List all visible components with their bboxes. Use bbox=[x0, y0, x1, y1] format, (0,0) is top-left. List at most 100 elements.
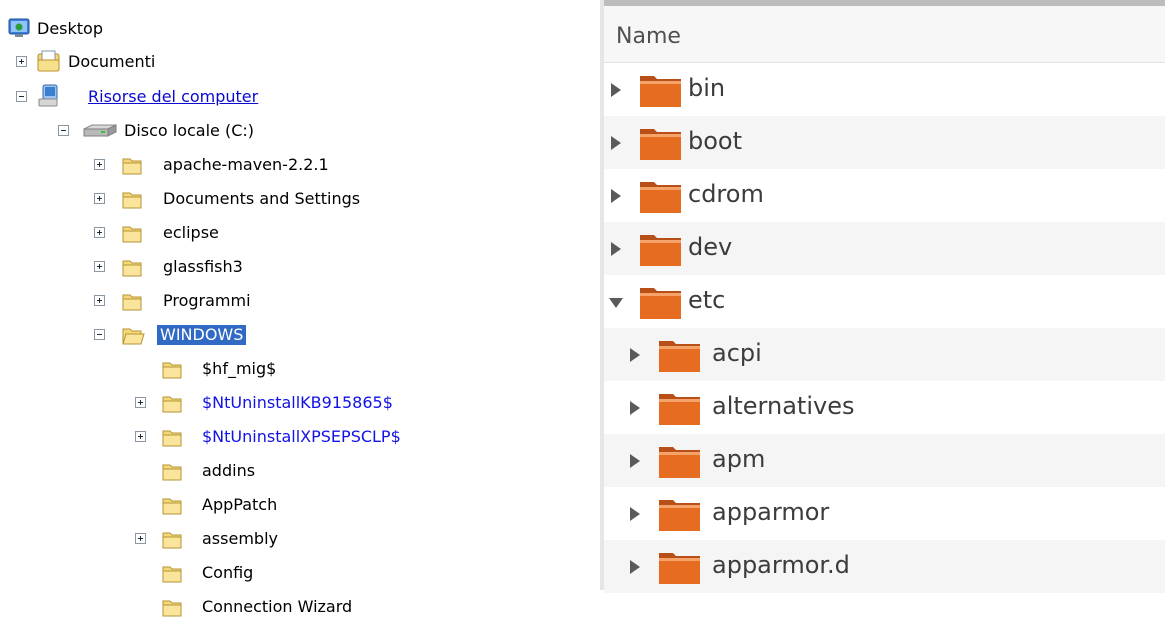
tree-item-disco-locale[interactable]: Disco locale (C:) bbox=[0, 114, 320, 148]
folder-icon bbox=[640, 129, 681, 160]
folder-icon bbox=[659, 553, 700, 584]
tree-label-disco-locale: Disco locale (C:) bbox=[124, 121, 255, 140]
expander-right-icon[interactable] bbox=[630, 401, 640, 415]
expander-right-icon[interactable] bbox=[630, 507, 640, 521]
folder-icon bbox=[659, 394, 700, 425]
tree-item-windows-selected[interactable]: WINDOWS bbox=[0, 318, 320, 352]
expand-icon[interactable] bbox=[135, 533, 146, 544]
expander-down-icon[interactable] bbox=[609, 298, 623, 308]
expander-right-icon[interactable] bbox=[611, 136, 621, 150]
folder-name: bin bbox=[688, 74, 726, 102]
collapse-icon[interactable] bbox=[16, 91, 27, 102]
list-row[interactable]: acpi bbox=[604, 328, 1165, 381]
tree-item-folder[interactable]: Programmi bbox=[0, 284, 320, 318]
folder-icon bbox=[162, 396, 182, 413]
tree-item-folder[interactable]: Documents and Settings bbox=[0, 182, 360, 216]
folder-name: dev bbox=[688, 233, 733, 261]
file-list-panel: Name bin boot cdrom dev etc acpi alterna… bbox=[600, 0, 1165, 593]
desktop-icon bbox=[8, 18, 30, 37]
tree-label-folder: Config bbox=[202, 563, 254, 582]
tree-label-windows: WINDOWS bbox=[157, 325, 247, 345]
expand-icon[interactable] bbox=[94, 295, 105, 306]
tree-item-risorse-del-computer[interactable]: Risorse del computer bbox=[0, 80, 320, 114]
list-row[interactable]: apm bbox=[604, 434, 1165, 487]
list-row[interactable]: cdrom bbox=[604, 169, 1165, 222]
tree-label-folder: Documents and Settings bbox=[163, 189, 361, 208]
tree-label-folder: assembly bbox=[202, 529, 278, 548]
tree-label-folder: glassfish3 bbox=[163, 257, 243, 276]
folder-icon bbox=[640, 235, 681, 266]
collapse-icon[interactable] bbox=[94, 329, 105, 340]
expander-right-icon[interactable] bbox=[630, 348, 640, 362]
list-row-expanded[interactable]: etc bbox=[604, 275, 1165, 328]
tree-label-folder: $hf_mig$ bbox=[202, 359, 277, 378]
folder-icon bbox=[162, 464, 182, 481]
expander-right-icon[interactable] bbox=[611, 83, 621, 97]
column-header-label: Name bbox=[616, 24, 681, 49]
folder-icon bbox=[122, 294, 142, 311]
expander-right-icon[interactable] bbox=[611, 242, 621, 256]
folder-icon bbox=[162, 430, 182, 447]
folder-icon bbox=[122, 260, 142, 277]
folder-tree-panel: Desktop Documenti Risorse del computer D… bbox=[0, 0, 600, 625]
list-row[interactable]: boot bbox=[604, 116, 1165, 169]
list-row[interactable]: apparmor.d bbox=[604, 540, 1165, 593]
expand-icon[interactable] bbox=[94, 193, 105, 204]
list-row[interactable]: dev bbox=[604, 222, 1165, 275]
folder-icon bbox=[659, 500, 700, 531]
collapse-icon[interactable] bbox=[58, 125, 69, 136]
documents-folder-icon bbox=[37, 50, 60, 72]
expand-icon[interactable] bbox=[16, 56, 27, 67]
tree-label-risorse-del-computer[interactable]: Risorse del computer bbox=[85, 87, 261, 107]
tree-item-folder[interactable]: assembly bbox=[0, 522, 320, 556]
expander-right-icon[interactable] bbox=[611, 189, 621, 203]
tree-label-documenti: Documenti bbox=[68, 52, 156, 71]
tree-label-folder: addins bbox=[202, 461, 256, 480]
folder-name: apparmor.d bbox=[712, 551, 850, 579]
list-row[interactable]: alternatives bbox=[604, 381, 1165, 434]
tree-item-folder[interactable]: $NtUninstallXPSEPSCLP$ bbox=[0, 420, 460, 454]
folder-icon bbox=[162, 600, 182, 617]
tree-item-folder[interactable]: $NtUninstallKB915865$ bbox=[0, 386, 460, 420]
tree-item-folder[interactable]: eclipse bbox=[0, 216, 320, 250]
tree-label-desktop: Desktop bbox=[37, 19, 103, 38]
expand-icon[interactable] bbox=[94, 227, 105, 238]
folder-icon bbox=[162, 532, 182, 549]
expand-icon[interactable] bbox=[94, 159, 105, 170]
folder-icon bbox=[122, 158, 142, 175]
tree-item-folder[interactable]: glassfish3 bbox=[0, 250, 320, 284]
folder-name: apm bbox=[712, 445, 766, 473]
tree-item-folder[interactable]: $hf_mig$ bbox=[0, 352, 320, 386]
expander-right-icon[interactable] bbox=[630, 560, 640, 574]
folder-icon bbox=[122, 226, 142, 243]
folder-icon bbox=[122, 192, 142, 209]
folder-name: etc bbox=[688, 286, 726, 314]
my-computer-icon bbox=[38, 84, 58, 107]
tree-label-folder: Connection Wizard bbox=[202, 597, 353, 616]
folder-icon bbox=[162, 566, 182, 583]
folder-icon bbox=[162, 498, 182, 515]
expand-icon[interactable] bbox=[94, 261, 105, 272]
tree-item-folder[interactable]: Connection Wizard bbox=[0, 590, 380, 624]
tree-item-folder[interactable]: Config bbox=[0, 556, 320, 590]
tree-item-desktop[interactable]: Desktop bbox=[0, 13, 300, 47]
tree-item-folder[interactable]: addins bbox=[0, 454, 320, 488]
tree-item-folder[interactable]: apache-maven-2.2.1 bbox=[0, 148, 329, 182]
hard-drive-icon bbox=[83, 124, 117, 137]
folder-name: acpi bbox=[712, 339, 762, 367]
list-row[interactable]: apparmor bbox=[604, 487, 1165, 540]
tree-label-folder: Programmi bbox=[163, 291, 251, 310]
tree-item-folder[interactable]: AppPatch bbox=[0, 488, 320, 522]
list-row[interactable]: bin bbox=[604, 63, 1165, 116]
column-header-name[interactable]: Name bbox=[604, 6, 1165, 63]
expand-icon[interactable] bbox=[135, 397, 146, 408]
expander-right-icon[interactable] bbox=[630, 454, 640, 468]
tree-label-folder: $NtUninstallXPSEPSCLP$ bbox=[202, 427, 401, 446]
folder-icon bbox=[659, 341, 700, 372]
tree-label-folder: eclipse bbox=[163, 223, 219, 242]
tree-label-folder: $NtUninstallKB915865$ bbox=[202, 393, 393, 412]
expand-icon[interactable] bbox=[135, 431, 146, 442]
folder-name: cdrom bbox=[688, 180, 764, 208]
tree-item-documenti[interactable]: Documenti bbox=[0, 45, 300, 79]
folder-icon bbox=[640, 182, 681, 213]
